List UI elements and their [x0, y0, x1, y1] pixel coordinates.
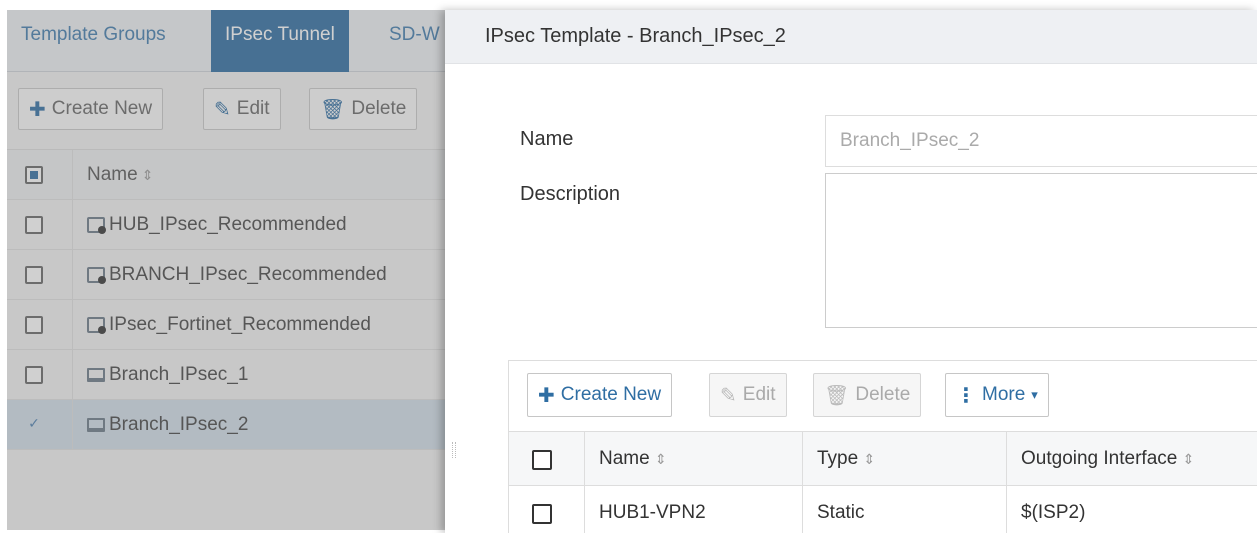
description-field[interactable] — [825, 173, 1257, 328]
column-divider — [72, 300, 73, 350]
edit-icon: ✎ — [214, 98, 231, 121]
tunnel-table-header-row: Name ⇕ Type ⇕ Outgoing Interface ⇕ — [509, 432, 1257, 486]
type-column-header[interactable]: Type ⇕ — [817, 448, 875, 470]
create-new-label: Create New — [560, 384, 662, 405]
create-new-label: Create New — [51, 98, 153, 119]
outgoing-interface-column-header[interactable]: Outgoing Interface ⇕ — [1021, 448, 1194, 470]
vertical-dots-icon: ⋮ — [956, 384, 976, 407]
name-label: Name — [520, 128, 574, 150]
description-label: Description — [520, 183, 621, 205]
tunnel-type: Static — [817, 502, 865, 523]
trash-icon: 🗑 — [320, 98, 346, 121]
dialog-header: IPsec Template - Branch_IPsec_2 — [445, 10, 1257, 64]
row-checkbox[interactable] — [25, 316, 43, 334]
table-row[interactable]: HUB1-VPN2 Static $(ISP2) — [509, 486, 1257, 533]
outgoing-interface-header-label: Outgoing Interface — [1021, 448, 1178, 469]
tunnel-name: HUB1-VPN2 — [599, 502, 706, 523]
device-icon — [87, 368, 105, 382]
edit-label: Edit — [236, 98, 270, 119]
column-divider — [1006, 432, 1007, 486]
row-name: HUB_IPsec_Recommended — [109, 214, 347, 235]
name-header-label: Name — [599, 448, 650, 469]
left-toolbar: ✚ Create New ✎ Edit 🗑 Delete — [7, 72, 445, 150]
row-checkbox[interactable] — [25, 216, 43, 234]
tunnel-table: Name ⇕ Type ⇕ Outgoing Interface ⇕ HUB1-… — [509, 432, 1257, 533]
name-column-header[interactable]: Name ⇕ — [599, 448, 667, 470]
table-row[interactable]: Branch_IPsec_1 — [7, 350, 445, 400]
sort-icon: ⇕ — [654, 451, 667, 467]
template-icon — [87, 317, 106, 334]
column-divider — [72, 250, 73, 300]
panel-resize-handle[interactable] — [452, 442, 456, 458]
column-divider — [1006, 486, 1007, 533]
column-divider — [584, 432, 585, 486]
delete-label: Delete — [351, 98, 407, 119]
name-column-header[interactable]: Name ⇕ — [87, 164, 153, 186]
sort-icon: ⇕ — [141, 166, 154, 183]
row-checkbox[interactable] — [25, 366, 43, 384]
edit-button[interactable]: ✎ Edit — [203, 88, 281, 130]
edit-tunnel-button[interactable]: ✎ Edit — [709, 373, 787, 417]
device-icon — [87, 418, 105, 432]
table-row[interactable]: BRANCH_IPsec_Recommended — [7, 250, 445, 300]
row-checkbox-checked[interactable]: ✓ — [25, 416, 43, 434]
dialog-title: IPsec Template - Branch_IPsec_2 — [485, 25, 786, 47]
sort-icon: ⇕ — [863, 451, 876, 467]
chevron-down-icon: ▾ — [1031, 387, 1038, 402]
row-name: BRANCH_IPsec_Recommended — [109, 264, 387, 285]
name-field[interactable] — [825, 115, 1257, 167]
sort-icon: ⇕ — [1182, 451, 1195, 467]
tab-sd-wan[interactable]: SD-W — [375, 10, 445, 72]
create-new-button[interactable]: ✚ Create New — [18, 88, 164, 130]
table-row[interactable]: HUB_IPsec_Recommended — [7, 200, 445, 250]
template-icon — [87, 217, 106, 234]
delete-tunnel-button[interactable]: 🗑 Delete — [813, 373, 922, 417]
tab-template-groups[interactable]: Template Groups — [7, 10, 180, 72]
row-checkbox[interactable] — [25, 266, 43, 284]
column-divider — [72, 350, 73, 400]
table-header-row: Name ⇕ — [7, 150, 445, 200]
create-new-tunnel-button[interactable]: ✚ Create New — [527, 373, 673, 417]
tunnel-outgoing-interface: $(ISP2) — [1021, 502, 1086, 523]
row-checkbox[interactable] — [532, 504, 552, 524]
tunnel-list-box: ✚ Create New ✎ Edit 🗑 Delete ⋮ More ▾ Na… — [508, 360, 1257, 533]
column-divider — [584, 486, 585, 533]
tab-bar: Template Groups IPsec Tunnel SD-W — [7, 10, 445, 72]
table-row-selected[interactable]: ✓ Branch_IPsec_2 — [7, 400, 445, 450]
plus-icon: ✚ — [29, 98, 46, 121]
select-all-checkbox[interactable] — [25, 166, 43, 184]
edit-label: Edit — [742, 384, 776, 405]
column-divider — [72, 200, 73, 250]
template-icon — [87, 267, 106, 284]
ipsec-template-list-panel: Template Groups IPsec Tunnel SD-W ✚ Crea… — [7, 10, 445, 530]
trash-icon: 🗑 — [824, 384, 850, 407]
tab-ipsec-tunnel[interactable]: IPsec Tunnel — [211, 10, 349, 72]
row-name: IPsec_Fortinet_Recommended — [109, 314, 371, 335]
select-all-checkbox[interactable] — [532, 450, 552, 470]
row-name: Branch_IPsec_1 — [109, 364, 249, 385]
column-divider — [802, 486, 803, 533]
delete-label: Delete — [855, 384, 911, 405]
column-divider — [72, 400, 73, 450]
ipsec-template-dialog: IPsec Template - Branch_IPsec_2 Name Des… — [445, 10, 1257, 533]
name-header-label: Name — [87, 164, 138, 185]
type-header-label: Type — [817, 448, 859, 469]
tunnel-toolbar: ✚ Create New ✎ Edit 🗑 Delete ⋮ More ▾ — [509, 361, 1257, 432]
delete-button[interactable]: 🗑 Delete — [309, 88, 418, 130]
edit-icon: ✎ — [720, 384, 737, 407]
plus-icon: ✚ — [538, 384, 555, 407]
more-label: More — [982, 384, 1026, 405]
more-dropdown-button[interactable]: ⋮ More ▾ — [945, 373, 1049, 417]
row-name: Branch_IPsec_2 — [109, 414, 249, 435]
column-divider — [802, 432, 803, 486]
table-row[interactable]: IPsec_Fortinet_Recommended — [7, 300, 445, 350]
column-divider — [72, 150, 73, 200]
template-table: Name ⇕ HUB_IPsec_Recommended BRANCH_IPse… — [7, 150, 445, 450]
